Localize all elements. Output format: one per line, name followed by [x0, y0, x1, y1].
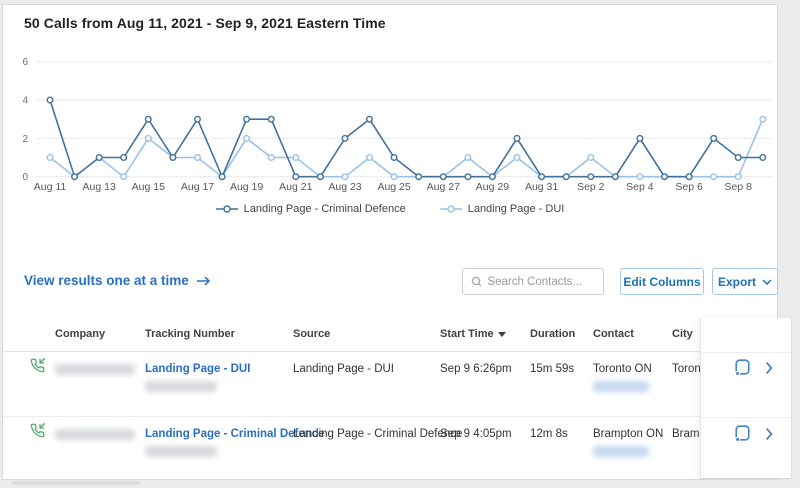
- duration-cell: 15m 59s: [530, 363, 575, 375]
- svg-text:Aug 17: Aug 17: [181, 181, 214, 193]
- start-time-cell: Sep 9 4:05pm: [440, 428, 512, 440]
- column-header-tracking-number[interactable]: Tracking Number: [145, 328, 235, 340]
- note-icon[interactable]: [734, 424, 752, 448]
- arrow-right-icon: [196, 275, 210, 286]
- contact-phone-redacted: [593, 446, 649, 457]
- search-icon: [471, 276, 482, 287]
- svg-text:0: 0: [22, 172, 28, 183]
- svg-text:Aug 27: Aug 27: [427, 181, 460, 193]
- tracking-phone-redacted: [145, 381, 217, 392]
- export-label: Export: [717, 274, 756, 289]
- svg-text:Sep 8: Sep 8: [724, 181, 752, 193]
- svg-text:Sep 6: Sep 6: [675, 181, 703, 193]
- edit-columns-label: Edit Columns: [623, 274, 701, 289]
- tracking-phone-redacted: [145, 446, 217, 457]
- column-header-city[interactable]: City: [672, 328, 693, 340]
- calls-table: Company Tracking Number Source Start Tim…: [3, 318, 700, 479]
- column-header-start-time[interactable]: Start Time: [440, 328, 506, 340]
- column-header-source[interactable]: Source: [293, 328, 330, 340]
- chevron-right-icon[interactable]: [765, 361, 774, 380]
- line-series-marker-icon: [439, 205, 462, 213]
- svg-text:Aug 31: Aug 31: [525, 181, 558, 193]
- call-report-page: 50 Calls from Aug 11, 2021 - Sep 9, 2021…: [0, 0, 800, 488]
- svg-text:Aug 23: Aug 23: [328, 181, 361, 193]
- svg-text:Sep 2: Sep 2: [577, 181, 605, 193]
- export-button[interactable]: Export: [712, 268, 778, 295]
- note-icon[interactable]: [734, 358, 752, 382]
- horizontal-scrollbar[interactable]: [12, 481, 140, 485]
- pinned-actions-column: [700, 318, 792, 479]
- incoming-call-icon: [30, 358, 45, 376]
- contact-cell: Toronto ON: [593, 363, 652, 375]
- view-results-label: View results one at a time: [24, 273, 189, 288]
- legend-item-criminal-defence[interactable]: Landing Page - Criminal Defence: [215, 203, 406, 215]
- svg-text:Aug 13: Aug 13: [83, 181, 116, 193]
- view-results-link[interactable]: View results one at a time: [24, 273, 211, 288]
- city-cell: Brampton: [672, 428, 700, 440]
- svg-text:Aug 19: Aug 19: [230, 181, 263, 193]
- duration-cell: 12m 8s: [530, 428, 568, 440]
- column-header-duration[interactable]: Duration: [530, 328, 575, 340]
- column-header-contact[interactable]: Contact: [593, 328, 634, 340]
- contact-phone-redacted: [593, 381, 649, 392]
- company-name-redacted: [55, 429, 135, 440]
- svg-text:Aug 11: Aug 11: [34, 181, 67, 193]
- svg-text:6: 6: [22, 57, 28, 68]
- incoming-call-icon: [30, 423, 45, 441]
- page-title: 50 Calls from Aug 11, 2021 - Sep 9, 2021…: [24, 15, 386, 31]
- chevron-right-icon[interactable]: [765, 427, 774, 446]
- source-cell: Landing Page - Criminal Defence: [293, 428, 463, 440]
- column-header-company[interactable]: Company: [55, 328, 105, 340]
- line-series-marker-icon: [215, 205, 238, 213]
- edit-columns-button[interactable]: Edit Columns: [620, 268, 704, 295]
- table-row[interactable]: Landing Page - Criminal Defence Landing …: [3, 417, 700, 479]
- svg-text:Sep 4: Sep 4: [626, 181, 654, 193]
- legend-label: Landing Page - Criminal Defence: [243, 203, 406, 215]
- svg-text:Aug 25: Aug 25: [377, 181, 410, 193]
- search-contacts-box: [462, 268, 604, 295]
- chart-legend: Landing Page - Criminal Defence Landing …: [0, 203, 780, 215]
- svg-text:Aug 15: Aug 15: [132, 181, 165, 193]
- city-cell: Toronto: [672, 363, 700, 375]
- calls-line-chart: 0 2 4 6 Aug 11 Aug 13 Aug 15 Aug 17 Aug 19 Aug 21…: [22, 57, 772, 193]
- sort-descending-icon: [497, 331, 506, 337]
- legend-label: Landing Page - DUI: [467, 203, 565, 215]
- chevron-down-icon: [762, 278, 772, 285]
- contact-cell: Brampton ON: [593, 428, 664, 440]
- start-time-cell: Sep 9 6:26pm: [440, 363, 512, 375]
- search-contacts-input[interactable]: [487, 275, 595, 288]
- source-cell: Landing Page - DUI: [293, 363, 395, 375]
- svg-text:4: 4: [22, 96, 28, 107]
- legend-item-dui[interactable]: Landing Page - DUI: [439, 203, 565, 215]
- svg-text:Aug 21: Aug 21: [279, 181, 312, 193]
- tracking-number-link[interactable]: Landing Page - DUI: [145, 363, 250, 375]
- svg-text:2: 2: [22, 134, 28, 145]
- company-name-redacted: [55, 364, 135, 375]
- table-row[interactable]: Landing Page - DUI Landing Page - DUI Se…: [3, 352, 700, 417]
- svg-text:Aug 29: Aug 29: [476, 181, 509, 193]
- table-header-row: Company Tracking Number Source Start Tim…: [3, 318, 700, 352]
